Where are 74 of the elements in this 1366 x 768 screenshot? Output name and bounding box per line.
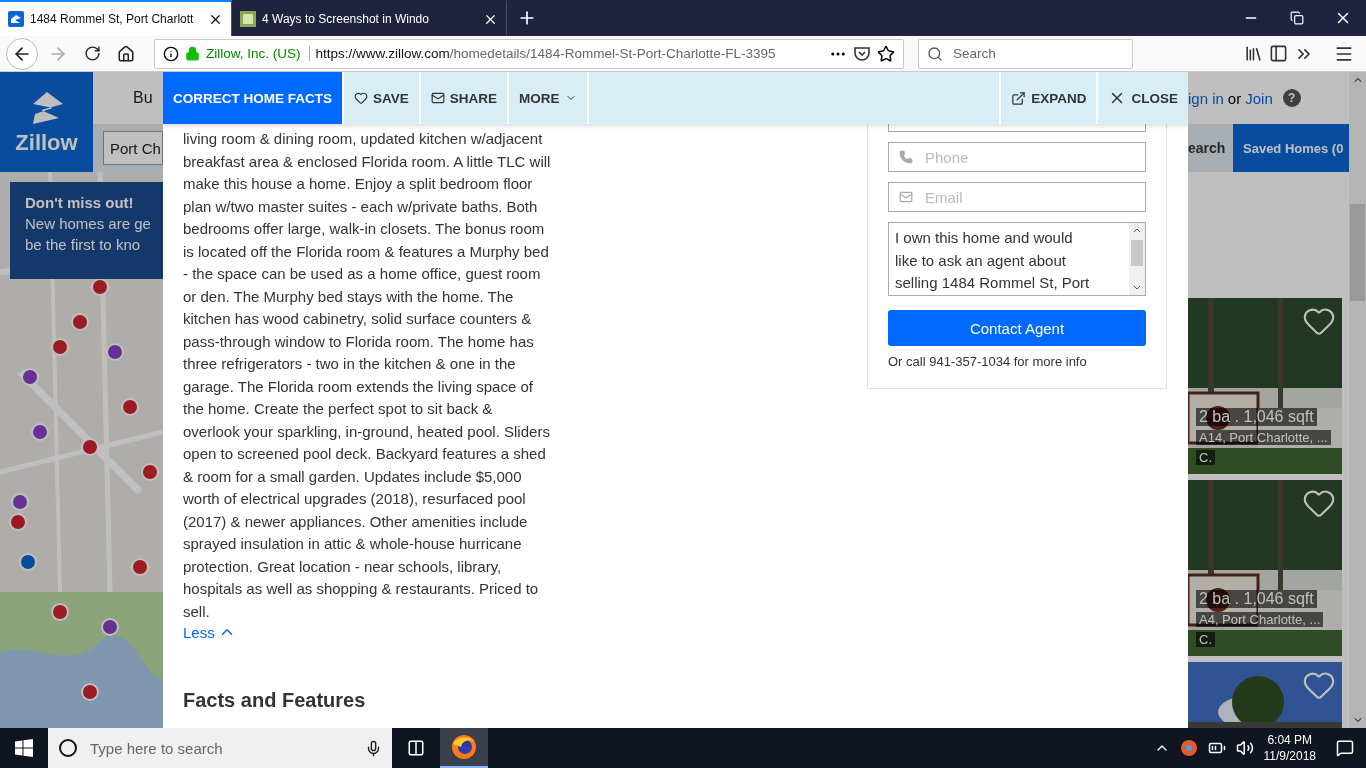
or-text: or [1227, 89, 1242, 107]
message-text: I own this home and would like to ask an agent about selling 1484 Rommel St, Port [894, 228, 1091, 293]
pocket-icon[interactable] [853, 44, 871, 63]
save-button[interactable]: SAVE [344, 72, 421, 124]
search-icon [927, 45, 943, 62]
time-text: 6:04 PM [1267, 732, 1313, 748]
listing-text: C. [1196, 632, 1215, 647]
url-text: https://www.zillow.com/homedetails/1484-Rommel-St-Port-Charlotte-FL-3395 [315, 46, 777, 61]
info-icon[interactable] [163, 45, 179, 62]
browser-tab[interactable]: 1484 Rommel St, Port Charlott [0, 0, 232, 36]
app-tray-icon[interactable] [1179, 739, 1198, 757]
search-button[interactable]: earch [1188, 124, 1233, 172]
join-link[interactable]: Join [1245, 89, 1273, 107]
notification-icon[interactable] [1336, 739, 1354, 757]
heart-icon [354, 91, 368, 105]
search-box[interactable]: Search [918, 38, 1133, 69]
scrollbar-drawing [1129, 223, 1145, 295]
listing-details: 2 ba . 1,046 sqft [1196, 408, 1317, 426]
logo-text: Zillow [15, 130, 78, 156]
library-icon[interactable] [1244, 44, 1263, 63]
site-logo-icon [240, 11, 256, 27]
help-icon[interactable]: ? [1282, 89, 1301, 107]
location-field[interactable]: Port Ch [103, 131, 163, 165]
nav-item[interactable]: Bu [133, 89, 153, 107]
saved-homes-button[interactable]: Saved Homes (0 [1233, 124, 1349, 172]
envelope-icon [430, 91, 445, 105]
taskbar-search-input[interactable]: Type here to search [88, 738, 355, 758]
scrollbar[interactable] [1349, 72, 1366, 728]
sign-in-link[interactable]: ign in [1188, 89, 1224, 107]
restore-icon[interactable] [1290, 11, 1304, 25]
description-text: living room & dining room, updated kitchen w/adjacent breakfast area & enclosed Florida room. A little TLC will make this house a home. Enjoy a split bedroom floor plan w/two master suites - each w/private baths. Both bedrooms offer large, walk-in closets. The bonus room is located off the Florida room & features a Murphy bed - the space can be used as a home office, guest room or den. The Murphy bed stays with the home. The kitchen has wood cabinetry, solid surface counters & pass-through window to Florida room. The home has three refrigerators - two in the kitchen & one in the garage. The Florida room extends the living space of the home. Create the perfect spot to sit back & overlook your sparkling, in-ground, heated pool. Sliders open to screened pool deck. Backyard features a shed & room for a small garden. Updates include $5,000 worth of electrical upgrades (2018), resurfaced pool (2017) & newer appliances. Other amenities include sprayed insulation in attic & whole-house hurricane protection. Great location - near schools, library, hospitals as well as shopping & restaurants. Priced to sell. [183, 129, 551, 622]
email-field[interactable]: Email [888, 182, 1146, 212]
phone-field[interactable]: Phone [888, 142, 1146, 172]
scroll-thumb[interactable] [1350, 204, 1365, 301]
listing-card[interactable]: 2 ba . 1,046 sqft A14, Port Charlotte, ... C. [1188, 298, 1342, 474]
browser-app-icon[interactable] [451, 734, 477, 760]
search-icon [58, 738, 78, 758]
less-link[interactable]: Less [183, 623, 236, 641]
address-bar[interactable]: Zillow, Inc. (US) https://www.zillow.com/homedetails/1484-Rommel-St-Port-Charlotte-FL-3395 [154, 38, 904, 69]
external-link-icon [1011, 90, 1027, 106]
listing-address: A4, Port Charlotte, ... [1196, 612, 1324, 627]
expand-button[interactable]: EXPAND [999, 72, 1097, 124]
share-button[interactable]: SHARE [420, 72, 510, 124]
listing-details: 2 ba . 1,046 sqft [1196, 590, 1317, 608]
banner-title: Don't miss out! [25, 194, 135, 211]
envelope-icon [899, 190, 913, 204]
listing-address: A14, Port Charlotte, ... [1196, 430, 1331, 445]
listing-card[interactable]: 2 ba . 1,046 sqft A4, Port Charlotte, ... C. [1188, 480, 1342, 656]
sidebar-icon[interactable] [1269, 44, 1288, 63]
house-logo-icon [8, 11, 24, 27]
bookmark-star-icon[interactable] [877, 44, 895, 63]
home-icon[interactable] [117, 44, 135, 63]
volume-icon[interactable] [1235, 739, 1254, 757]
back-button[interactable] [6, 37, 38, 70]
taskbar-search-field[interactable]: Type here to search [48, 728, 392, 768]
reload-icon[interactable] [83, 45, 101, 62]
banner-text: be the first to kno [25, 236, 142, 253]
message-field[interactable]: I own this home and would like to ask an agent about selling 1484 Rommel St, Port [888, 222, 1146, 296]
search-input[interactable]: Search [951, 45, 1124, 62]
contact-agent-button[interactable]: Contact Agent [888, 310, 1146, 346]
lock-icon [185, 46, 200, 61]
more-button[interactable]: MORE [509, 72, 589, 124]
microphone-icon[interactable] [365, 739, 382, 757]
windows-icon [15, 739, 33, 757]
correct-facts-button[interactable]: CORRECT HOME FACTS [163, 72, 344, 124]
call-note: Or call 941-357-1034 for more info [888, 354, 1088, 369]
date-text: 11/9/2018 [1263, 748, 1316, 764]
phone-icon [899, 150, 913, 164]
section-heading: Facts and Features [183, 689, 366, 712]
listing-text: C. [1196, 450, 1215, 465]
banner-text: New homes are ge [25, 215, 152, 232]
site-identity: Zillow, Inc. (US) [206, 46, 310, 61]
task-view-icon[interactable] [407, 739, 425, 757]
clock[interactable]: 6:04 PM 11/9/2018 [1263, 732, 1316, 764]
